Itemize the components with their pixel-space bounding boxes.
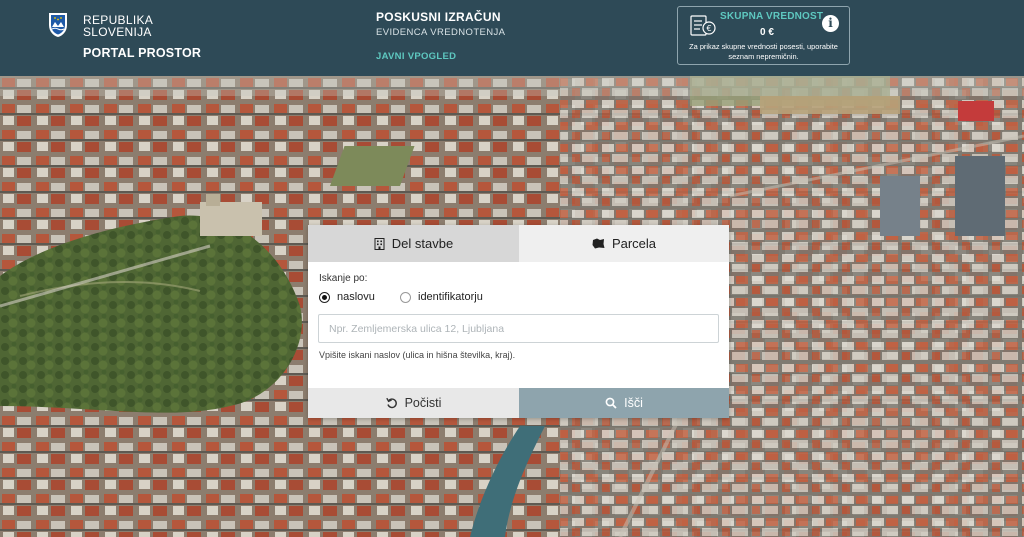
total-value-amount: 0 € [760,27,774,38]
search-button-label: Išči [624,396,643,410]
top-header: REPUBLIKA SLOVENIJA PORTAL PROSTOR POSKU… [0,0,1024,76]
reset-icon [385,397,397,409]
parcel-icon [592,238,605,249]
search-icon [605,397,617,409]
total-value-panel: € SKUPNA VREDNOST 0 € i Za prikaz skupne… [677,6,850,65]
brand-country-line2: SLOVENIJA [83,25,152,39]
search-panel: Del stavbe Parcela Iskanje po: naslovu i… [308,225,729,418]
clear-button[interactable]: Počisti [308,388,519,418]
radio-identifier-label: identifikatorju [418,291,483,303]
search-tabs: Del stavbe Parcela [308,225,729,262]
tab-building-part[interactable]: Del stavbe [308,225,519,262]
radio-address-dot[interactable] [319,291,330,303]
radio-identifier[interactable]: identifikatorju [400,290,483,304]
tab-building-part-label: Del stavbe [391,236,454,251]
clear-button-label: Počisti [404,396,442,410]
total-value-title: SKUPNA VREDNOST [720,11,824,22]
info-icon[interactable]: i [822,15,839,32]
coat-of-arms-icon [49,13,67,37]
address-hint: Vpišite iskani naslov (ulica in hišna št… [319,350,516,360]
property-list-icon: € [690,15,716,36]
search-button[interactable]: Išči [519,388,729,418]
svg-text:€: € [706,24,711,33]
tab-parcel[interactable]: Parcela [519,225,729,262]
portal-name[interactable]: PORTAL PROSTOR [83,46,201,60]
building-icon [374,237,385,250]
view-mode-label: JAVNI VPOGLED [376,51,457,62]
radio-address[interactable]: naslovu [319,290,375,304]
total-value-note: Za prikaz skupne vrednosti posesti, upor… [689,42,838,61]
search-by-label: Iskanje po: [319,273,368,284]
radio-identifier-dot[interactable] [400,291,411,303]
app-subtitle: EVIDENCA VREDNOTENJA [376,27,506,38]
address-search-input[interactable] [318,314,719,343]
app-title: POSKUSNI IZRAČUN [376,10,501,24]
app-title-block: POSKUSNI IZRAČUN EVIDENCA VREDNOTENJA JA… [376,10,505,62]
radio-address-label: naslovu [337,291,375,303]
tab-parcel-label: Parcela [611,236,657,251]
